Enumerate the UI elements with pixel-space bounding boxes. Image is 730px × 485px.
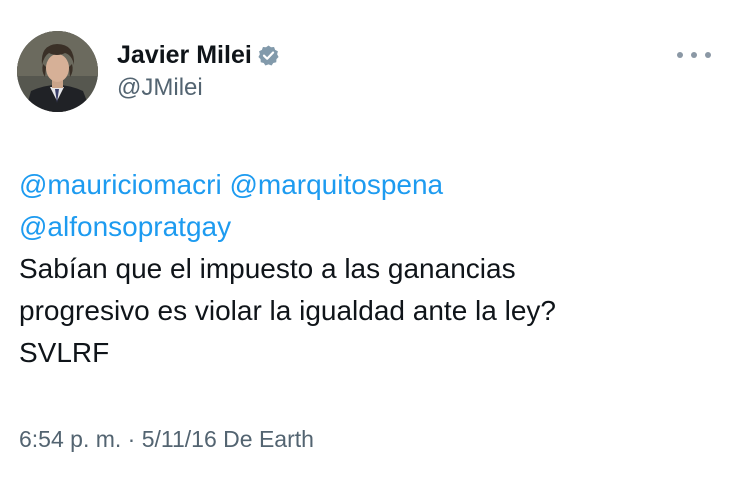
separator: · bbox=[127, 426, 136, 452]
tweet-card: Javier Milei @JMilei @mauriciomacri @mar… bbox=[0, 0, 730, 485]
mention-link[interactable]: @marquitospena bbox=[229, 169, 443, 200]
tweet-text-line: Sabían que el impuesto a las ganancias bbox=[19, 253, 516, 284]
tweet-date: 5/11/16 bbox=[141, 426, 217, 452]
tweet-text-line: progresivo es violar la igualdad ante la… bbox=[19, 295, 556, 326]
tweet-metadata: 6:54 p. m. · 5/11/16 De Earth bbox=[19, 426, 314, 453]
tweet-text-line: SVLRF bbox=[19, 337, 110, 368]
author-display-name[interactable]: Javier Milei bbox=[117, 41, 252, 70]
author-name-row: Javier Milei bbox=[117, 40, 280, 70]
mention-link[interactable]: @mauriciomacri bbox=[19, 169, 222, 200]
tweet-source: De Earth bbox=[223, 426, 314, 452]
author-handle[interactable]: @JMilei bbox=[117, 74, 280, 102]
mentions-line: @mauriciomacri @marquitospena bbox=[19, 164, 719, 206]
dot-icon bbox=[705, 52, 711, 58]
tweet-time: 6:54 p. m. bbox=[19, 426, 122, 452]
mention-link[interactable]: @alfonsopratgay bbox=[19, 211, 231, 242]
more-options-icon[interactable] bbox=[677, 46, 711, 64]
avatar[interactable] bbox=[17, 31, 98, 112]
verified-badge-icon bbox=[257, 44, 280, 67]
tweet-text: @mauriciomacri @marquitospena @alfonsopr… bbox=[19, 164, 719, 374]
tweet-timestamp[interactable]: 6:54 p. m. · 5/11/16 bbox=[19, 426, 217, 452]
author-block: Javier Milei @JMilei bbox=[117, 40, 280, 102]
avatar-image bbox=[17, 31, 98, 112]
dot-icon bbox=[677, 52, 683, 58]
mentions-line: @alfonsopratgay bbox=[19, 206, 719, 248]
dot-icon bbox=[691, 52, 697, 58]
